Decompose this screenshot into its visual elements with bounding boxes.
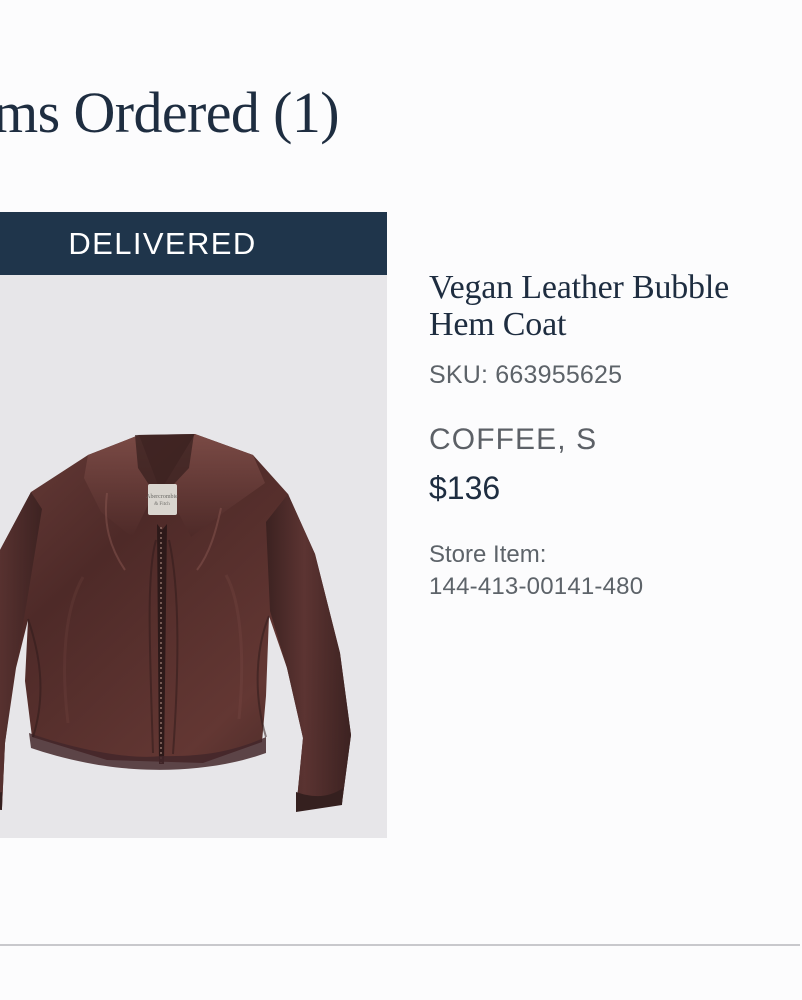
- product-name-line-2[interactable]: Hem Coat: [429, 306, 566, 343]
- bottom-divider: [0, 944, 800, 946]
- product-name[interactable]: Vegan Leather Bubble Hem Coat: [429, 269, 789, 343]
- svg-text:Abercrombie: Abercrombie: [146, 494, 178, 500]
- brown-leather-jacket-image: Abercrombie & Fitch: [0, 434, 351, 812]
- product-price: $136: [429, 470, 501, 506]
- product-name-line-1[interactable]: Vegan Leather Bubble: [429, 269, 729, 306]
- product-image[interactable]: Abercrombie & Fitch: [0, 275, 387, 838]
- store-item-label: Store Item:: [429, 541, 547, 568]
- svg-text:& Fitch: & Fitch: [154, 502, 170, 507]
- product-color-size: COFFEE, S: [429, 423, 598, 456]
- delivery-status-label: DELIVERED: [68, 225, 257, 261]
- product-details: Vegan Leather Bubble Hem Coat SKU: 66395…: [429, 269, 789, 601]
- items-ordered-heading-container: ms Ordered (1): [0, 78, 430, 158]
- delivery-status-banner: DELIVERED: [0, 212, 387, 275]
- store-item-number: 144-413-00141-480: [429, 573, 644, 600]
- product-sku: SKU: 663955625: [429, 361, 623, 389]
- ordered-product-card[interactable]: DELIVERED Abercrombie & Fitch: [0, 212, 387, 838]
- items-ordered-heading: ms Ordered (1): [0, 80, 340, 145]
